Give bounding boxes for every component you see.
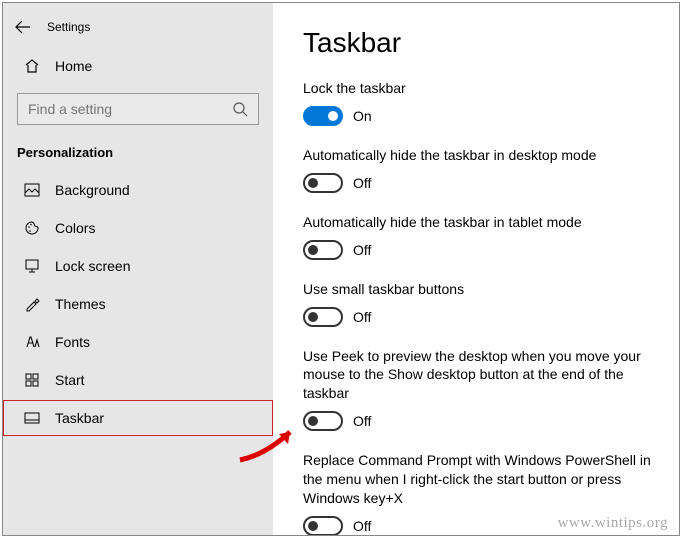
app-title: Settings: [47, 20, 90, 34]
sidebar-home[interactable]: Home: [3, 49, 273, 83]
sidebar: Settings Home Personalization Background…: [3, 3, 273, 535]
main-content: Taskbar Lock the taskbar On Automaticall…: [273, 3, 679, 535]
toggle-state: Off: [353, 518, 371, 534]
toggle-small-buttons[interactable]: [303, 307, 343, 327]
sidebar-item-themes[interactable]: Themes: [3, 286, 273, 322]
sidebar-item-background[interactable]: Background: [3, 172, 273, 208]
setting-small-buttons: Use small taskbar buttons Off: [303, 280, 651, 327]
toggle-peek[interactable]: [303, 411, 343, 431]
taskbar-icon: [23, 409, 41, 427]
setting-label: Lock the taskbar: [303, 79, 651, 98]
page-title: Taskbar: [303, 27, 651, 59]
toggle-state: On: [353, 108, 372, 124]
home-label: Home: [55, 58, 92, 74]
sidebar-item-start[interactable]: Start: [3, 362, 273, 398]
toggle-state: Off: [353, 413, 371, 429]
setting-label: Automatically hide the taskbar in deskto…: [303, 146, 651, 165]
toggle-state: Off: [353, 175, 371, 191]
setting-autohide-tablet: Automatically hide the taskbar in tablet…: [303, 213, 651, 260]
setting-label: Automatically hide the taskbar in tablet…: [303, 213, 651, 232]
nav-label: Themes: [55, 296, 106, 312]
nav-label: Fonts: [55, 334, 90, 350]
sidebar-item-fonts[interactable]: Fonts: [3, 324, 273, 360]
toggle-lock-taskbar[interactable]: [303, 106, 343, 126]
category-label: Personalization: [3, 139, 273, 172]
nav-label: Colors: [55, 220, 95, 236]
setting-lock-taskbar: Lock the taskbar On: [303, 79, 651, 126]
nav-label: Lock screen: [55, 258, 130, 274]
sidebar-item-taskbar[interactable]: Taskbar: [3, 400, 273, 436]
setting-autohide-desktop: Automatically hide the taskbar in deskto…: [303, 146, 651, 193]
toggle-state: Off: [353, 309, 371, 325]
search-box[interactable]: [17, 93, 259, 125]
back-button[interactable]: [15, 19, 31, 35]
toggle-state: Off: [353, 242, 371, 258]
nav-label: Start: [55, 372, 85, 388]
toggle-autohide-desktop[interactable]: [303, 173, 343, 193]
nav-label: Taskbar: [55, 410, 104, 426]
sidebar-header: Settings: [3, 13, 273, 49]
setting-peek: Use Peek to preview the desktop when you…: [303, 347, 651, 432]
home-icon: [23, 57, 41, 75]
back-arrow-icon: [15, 20, 31, 34]
toggle-powershell[interactable]: [303, 516, 343, 535]
palette-icon: [23, 219, 41, 237]
setting-label: Use Peek to preview the desktop when you…: [303, 347, 651, 404]
search-input[interactable]: [28, 101, 232, 117]
themes-icon: [23, 295, 41, 313]
watermark: www.wintips.org: [558, 515, 668, 532]
setting-label: Use small taskbar buttons: [303, 280, 651, 299]
sidebar-item-lock-screen[interactable]: Lock screen: [3, 248, 273, 284]
sidebar-item-colors[interactable]: Colors: [3, 210, 273, 246]
lock-screen-icon: [23, 257, 41, 275]
setting-label: Replace Command Prompt with Windows Powe…: [303, 451, 651, 508]
fonts-icon: [23, 333, 41, 351]
start-icon: [23, 371, 41, 389]
search-icon: [232, 101, 248, 117]
nav-label: Background: [55, 182, 130, 198]
toggle-autohide-tablet[interactable]: [303, 240, 343, 260]
image-icon: [23, 181, 41, 199]
